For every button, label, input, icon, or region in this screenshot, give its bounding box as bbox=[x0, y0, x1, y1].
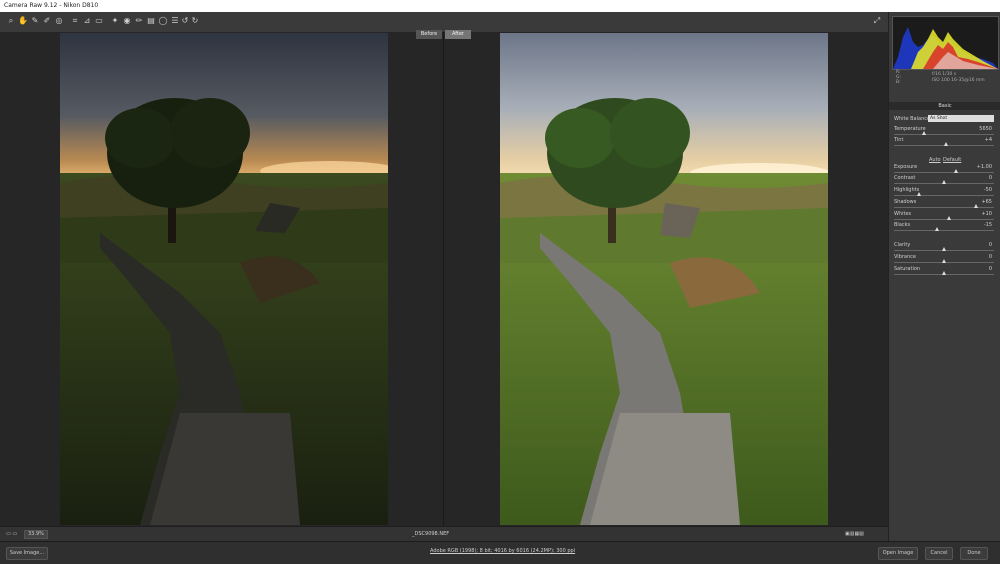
default-link[interactable]: Default bbox=[943, 157, 961, 163]
done-button[interactable]: Done bbox=[960, 547, 988, 560]
slider-thumb[interactable] bbox=[943, 142, 948, 146]
cancel-button[interactable]: Cancel bbox=[925, 547, 953, 560]
zoom-select[interactable]: 33.9% bbox=[24, 530, 48, 539]
compare-view-icons[interactable]: ▣▥▦▧ bbox=[845, 527, 864, 541]
red-eye-icon[interactable]: ◉ bbox=[122, 16, 132, 26]
slider-thumb[interactable] bbox=[916, 192, 921, 196]
slider-label: Vibrance bbox=[894, 254, 916, 260]
preferences-icon[interactable]: ☰ bbox=[170, 16, 180, 26]
white-balance-select[interactable]: As Shot bbox=[928, 115, 994, 122]
slider-label: Shadows bbox=[894, 199, 917, 205]
zoom-icon[interactable]: ⌕ bbox=[6, 16, 16, 26]
slider-value[interactable]: +1.00 bbox=[977, 164, 992, 170]
fullscreen-toggle-icon[interactable]: ⤢ bbox=[872, 16, 882, 26]
slider-thumb[interactable] bbox=[934, 227, 939, 231]
slider-thumb[interactable] bbox=[941, 259, 946, 263]
bottom-bar: Save Image... Adobe RGB (1998); 8 bit; 4… bbox=[0, 541, 1000, 564]
slider-value[interactable]: +65 bbox=[981, 199, 992, 205]
workflow-options-link[interactable]: Adobe RGB (1998); 8 bit; 4016 by 6016 (2… bbox=[430, 548, 575, 554]
open-image-button[interactable]: Open Image bbox=[878, 547, 918, 560]
slider-thumb[interactable] bbox=[941, 271, 946, 275]
slider-label: Blacks bbox=[894, 222, 911, 228]
transform-icon[interactable]: ▭ bbox=[94, 16, 104, 26]
slider-thumb[interactable] bbox=[953, 169, 958, 173]
slider-value[interactable]: 5650 bbox=[979, 126, 992, 132]
panel-title: Basic bbox=[889, 102, 1000, 110]
graduated-filter-icon[interactable]: ▤ bbox=[146, 16, 156, 26]
slider-thumb[interactable] bbox=[946, 216, 951, 220]
tab-before[interactable]: Before bbox=[416, 30, 442, 39]
camera-readout: R: G: B: f/16 1/30 s ISO 100 16-35@16 mm bbox=[896, 70, 985, 85]
slider-track[interactable] bbox=[894, 172, 994, 173]
slider-value[interactable]: 0 bbox=[989, 254, 992, 260]
slider-value[interactable]: 0 bbox=[989, 242, 992, 248]
hand-icon[interactable]: ✋ bbox=[18, 16, 28, 26]
adjustment-brush-icon[interactable]: ✏ bbox=[134, 16, 144, 26]
crop-icon[interactable]: ⌗ bbox=[70, 16, 80, 26]
toolbar: ⌕ ✋ ✎ ✐ ◎ ⌗ ⊿ ▭ ✦ ◉ ✏ ▤ ◯ ☰ ↺ ↻ bbox=[0, 12, 888, 33]
slider-label: Saturation bbox=[894, 266, 921, 272]
slider-label: Tint bbox=[894, 137, 904, 143]
color-sampler-icon[interactable]: ✐ bbox=[42, 16, 52, 26]
tab-after[interactable]: After bbox=[445, 30, 471, 39]
slider-value[interactable]: -15 bbox=[984, 222, 992, 228]
title-bar: Camera Raw 9.12 - Nikon D810 bbox=[0, 0, 1000, 12]
slider-thumb[interactable] bbox=[921, 131, 926, 135]
slider-thumb[interactable] bbox=[941, 247, 946, 251]
slider-thumb[interactable] bbox=[941, 180, 946, 184]
spot-removal-icon[interactable]: ✦ bbox=[110, 16, 120, 26]
file-name: _DSC9098.NEF bbox=[412, 531, 450, 537]
slider-label: Clarity bbox=[894, 242, 911, 248]
adjustments-panel: R: G: B: f/16 1/30 s ISO 100 16-35@16 mm… bbox=[888, 12, 1000, 541]
window-title: Camera Raw 9.12 - Nikon D810 bbox=[4, 2, 99, 9]
slider-value[interactable]: 0 bbox=[989, 266, 992, 272]
view-mode-icon[interactable]: ▭ ▭ bbox=[6, 527, 17, 541]
straighten-icon[interactable]: ⊿ bbox=[82, 16, 92, 26]
white-balance-label: White Balance: bbox=[894, 116, 932, 122]
histogram bbox=[892, 16, 999, 70]
after-image bbox=[500, 33, 828, 525]
status-bar: ▭ ▭ 33.9% _DSC9098.NEF ▣▥▦▧ bbox=[0, 526, 888, 541]
slider-label: Contrast bbox=[894, 175, 916, 181]
save-image-button[interactable]: Save Image... bbox=[6, 547, 48, 560]
slider-track[interactable] bbox=[894, 230, 994, 231]
slider-value[interactable]: -50 bbox=[984, 187, 992, 193]
slider-thumb[interactable] bbox=[973, 204, 978, 208]
target-adjust-icon[interactable]: ◎ bbox=[54, 16, 64, 26]
slider-track[interactable] bbox=[894, 219, 994, 220]
white-balance-icon[interactable]: ✎ bbox=[30, 16, 40, 26]
slider-value[interactable]: +4 bbox=[985, 137, 992, 143]
rotate-left-icon[interactable]: ↺ bbox=[180, 16, 190, 26]
slider-label: Whites bbox=[894, 211, 912, 217]
before-image bbox=[60, 33, 388, 525]
slider-label: Exposure bbox=[894, 164, 918, 170]
slider-track[interactable] bbox=[894, 207, 994, 208]
slider-track[interactable] bbox=[894, 134, 994, 135]
slider-track[interactable] bbox=[894, 195, 994, 196]
split-divider bbox=[443, 32, 444, 526]
slider-value[interactable]: +10 bbox=[981, 211, 992, 217]
radial-filter-icon[interactable]: ◯ bbox=[158, 16, 168, 26]
slider-value[interactable]: 0 bbox=[989, 175, 992, 181]
rotate-right-icon[interactable]: ↻ bbox=[190, 16, 200, 26]
auto-link[interactable]: Auto bbox=[929, 157, 941, 163]
panel-tabs: ◐⌁▲▦▤◎ƒx▣☰⧉ bbox=[891, 92, 999, 109]
slider-label: Highlights bbox=[894, 187, 920, 193]
